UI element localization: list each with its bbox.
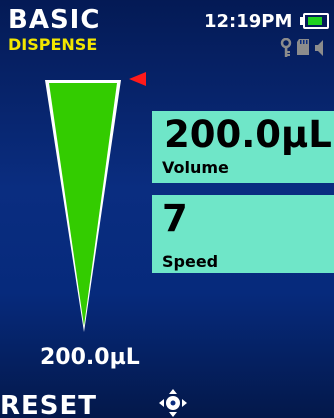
dispense-screen: BASIC DISPENSE 12:19PM 200.0µL Volume 7 …: [0, 0, 334, 418]
key-icon: [280, 38, 292, 57]
gauge-fill: [49, 83, 117, 326]
volume-gauge: [45, 72, 146, 332]
volume-card[interactable]: 200.0µL Volume: [152, 111, 334, 183]
gauge-volume-label: 200.0µL: [40, 345, 140, 370]
battery-nub: [300, 17, 303, 25]
reset-button[interactable]: RESET: [0, 392, 97, 418]
speaker-icon: [315, 40, 323, 56]
joystick-icon[interactable]: [158, 388, 188, 418]
level-pointer-icon: [129, 72, 146, 86]
speed-card[interactable]: 7 Speed: [152, 195, 334, 273]
clock: 12:19PM: [204, 11, 293, 32]
volume-label: Volume: [162, 158, 229, 177]
speed-label: Speed: [162, 252, 219, 271]
battery-icon: [300, 13, 329, 29]
speed-value: 7: [162, 197, 188, 240]
battery-level: [308, 17, 322, 25]
volume-value: 200.0µL: [164, 113, 332, 156]
sd-card-icon: [297, 39, 309, 55]
